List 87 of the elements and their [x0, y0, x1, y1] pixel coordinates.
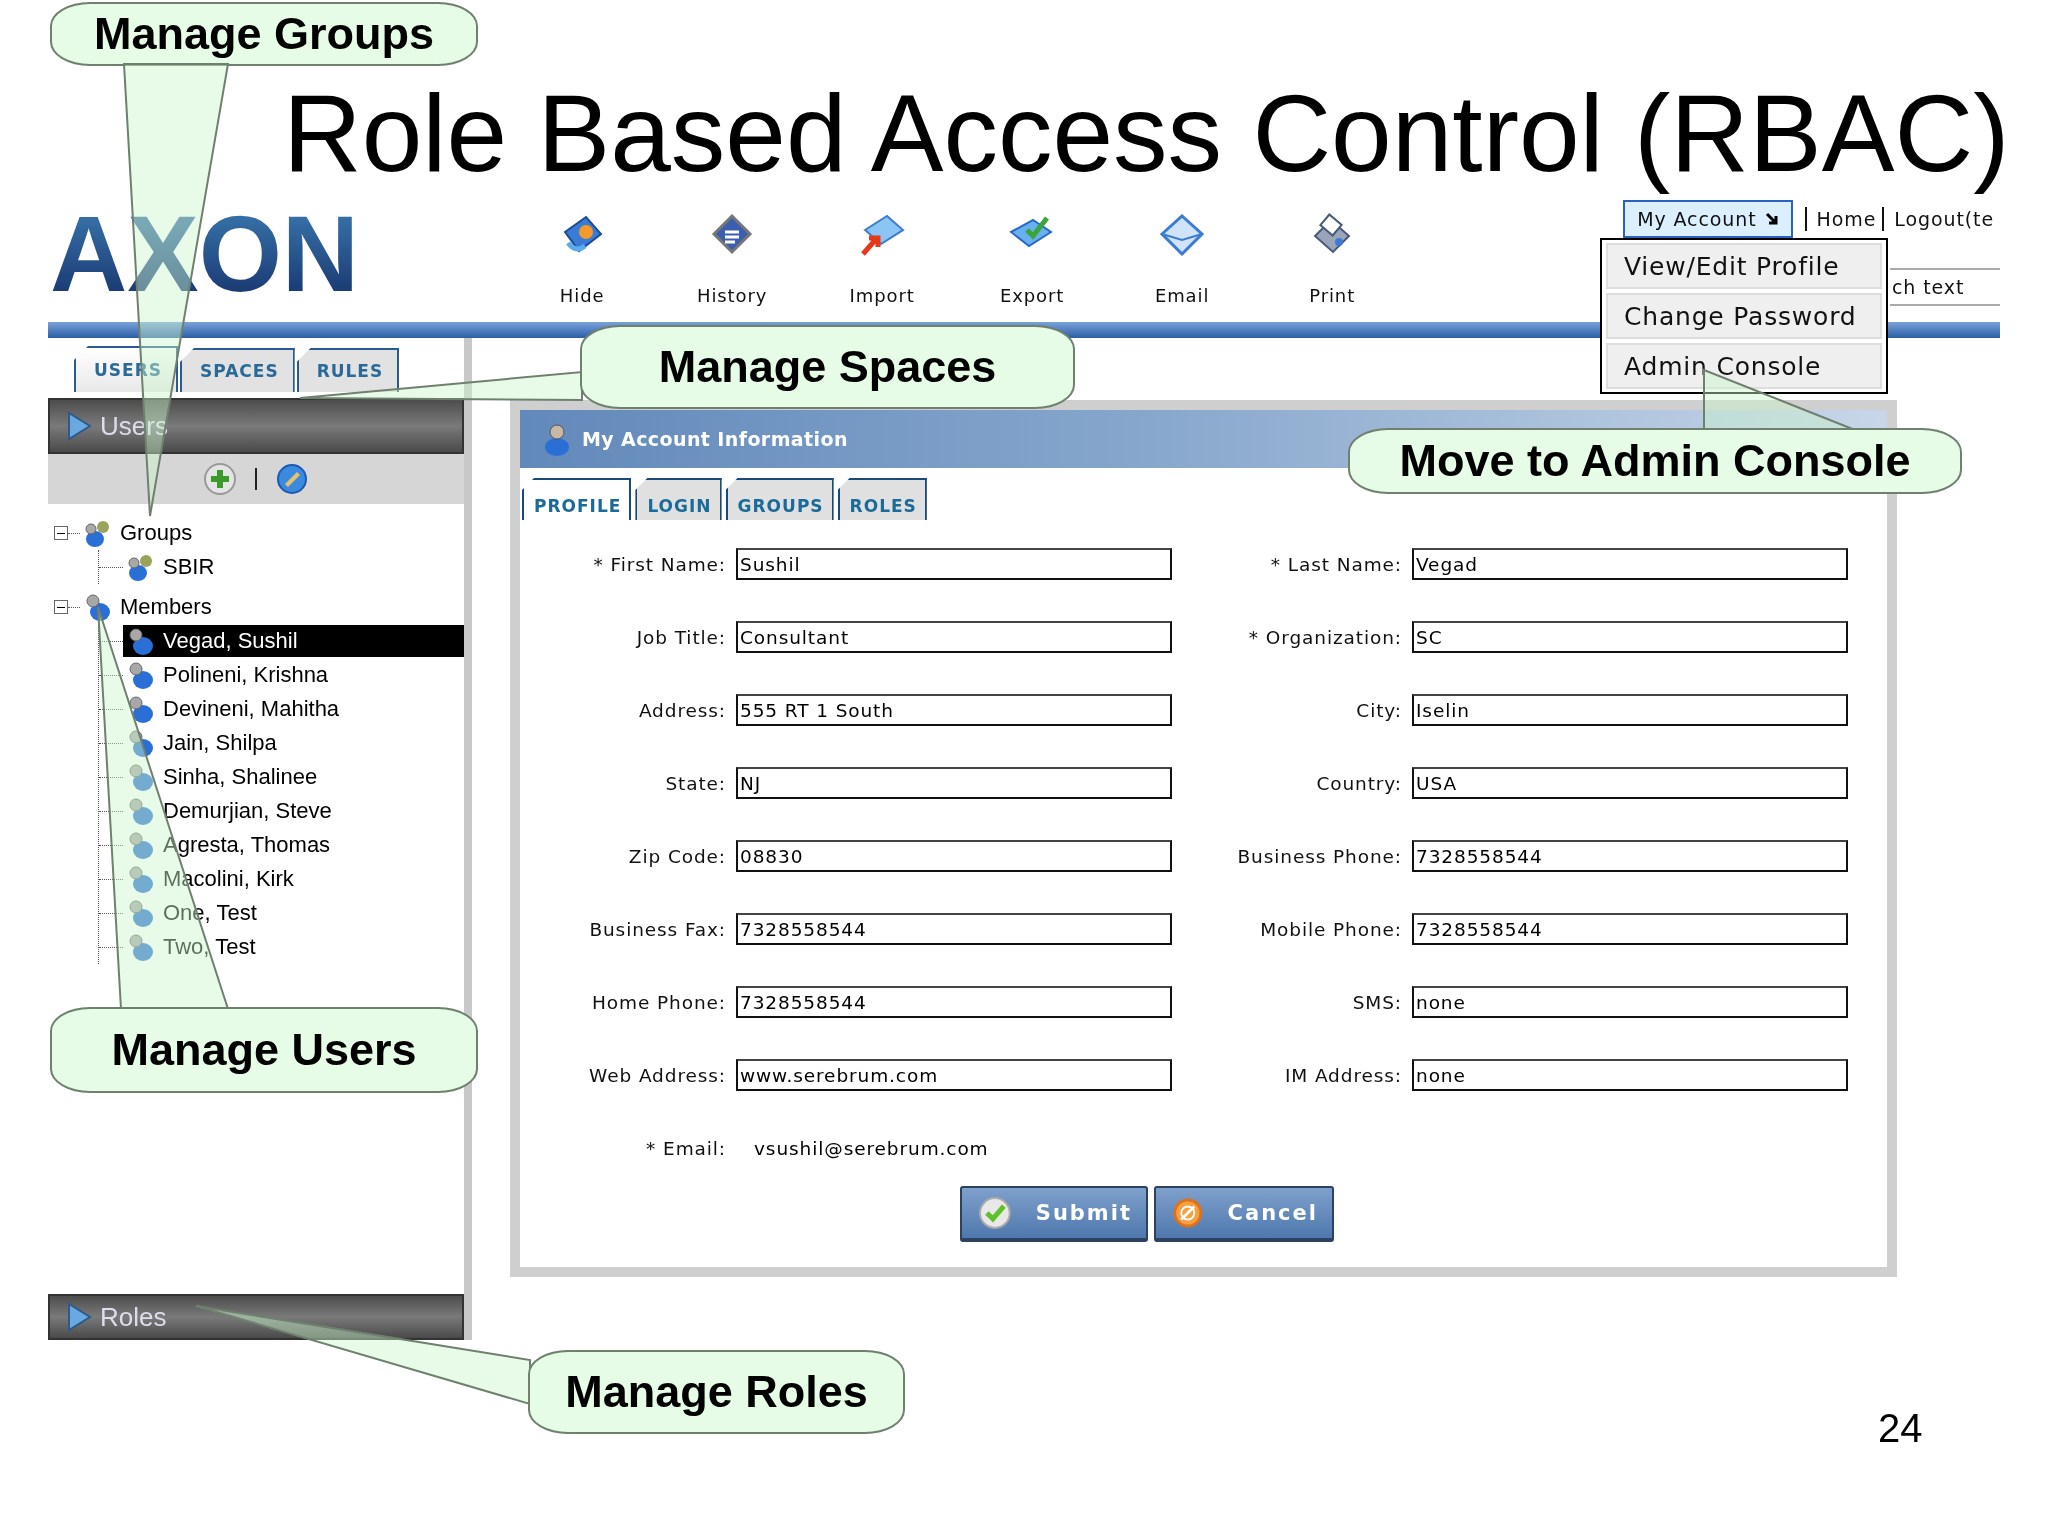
callout: Manage Users — [50, 1007, 478, 1093]
text-field[interactable]: Iselin — [1412, 694, 1848, 726]
tree-item[interactable]: Devineni, Mahitha — [123, 693, 464, 725]
field-label: City: — [1355, 699, 1403, 721]
callout: Manage Spaces — [580, 325, 1075, 409]
envelope-icon — [1158, 212, 1207, 258]
callout: Manage Groups — [50, 2, 478, 66]
text-field[interactable]: none — [1412, 986, 1848, 1018]
add-icon[interactable] — [203, 462, 237, 496]
callout: Move to Admin Console — [1348, 428, 1962, 494]
toolbar-button[interactable]: Import — [812, 212, 953, 306]
field-label: Business Fax: — [588, 918, 727, 940]
users-icon — [125, 552, 155, 582]
user-icon — [542, 421, 572, 457]
tab[interactable]: GROUPS — [725, 478, 834, 520]
play-icon — [66, 1302, 92, 1332]
field-label: * Email: — [645, 1137, 727, 1159]
tab[interactable]: LOGIN — [635, 478, 722, 520]
search-field[interactable]: ch text — [1890, 268, 2000, 306]
text-field[interactable]: 7328558544 — [736, 913, 1172, 945]
tree-item[interactable]: Groups — [80, 517, 464, 549]
account-menu-button[interactable]: My Account — [1623, 200, 1793, 238]
tab[interactable]: RULES — [296, 348, 400, 392]
tree-item[interactable]: Members — [80, 591, 464, 623]
field-label: State: — [664, 772, 727, 794]
arrow-icon — [1764, 212, 1779, 226]
field-label: IM Address: — [1283, 1064, 1403, 1086]
menu-item[interactable]: Admin Console — [1606, 343, 1882, 389]
collapse-icon[interactable] — [54, 526, 68, 540]
collapse-icon[interactable] — [54, 600, 68, 614]
tree-item[interactable]: Jain, Shilpa — [123, 727, 464, 759]
section-title: Users — [100, 410, 168, 442]
text-field[interactable]: none — [1412, 1059, 1848, 1091]
text-field[interactable]: SC — [1412, 621, 1848, 653]
tree-item[interactable]: Vegad, Sushil — [123, 625, 464, 657]
section-title: Roles — [100, 1301, 167, 1333]
menu-item[interactable]: View/Edit Profile — [1606, 243, 1882, 289]
email-value: vsushil@serebrum.com — [753, 1137, 990, 1159]
edit-icon[interactable] — [275, 462, 309, 496]
field-label: Job Title: — [634, 626, 727, 648]
text-field[interactable]: Vegad — [1412, 548, 1848, 580]
panel-title: My Account Information — [582, 428, 848, 450]
callout: Manage Roles — [528, 1350, 905, 1434]
text-field[interactable]: 08830 — [736, 840, 1172, 872]
text-field[interactable]: NJ — [736, 767, 1172, 799]
document-icon — [710, 212, 755, 256]
tab[interactable]: PROFILE — [522, 478, 632, 520]
slide-title: Role Based Access Control (RBAC) — [283, 71, 2010, 196]
tree-item[interactable]: SBIR — [123, 551, 464, 583]
menu-item[interactable]: Change Password — [1606, 293, 1882, 339]
text-field[interactable]: Consultant — [736, 621, 1172, 653]
text-field[interactable]: 7328558544 — [1412, 840, 1848, 872]
prohibited-icon — [1172, 1196, 1204, 1230]
text-field[interactable]: Sushil — [736, 548, 1172, 580]
field-label: * First Name: — [592, 553, 727, 575]
play-icon — [66, 411, 92, 441]
text-field[interactable]: 7328558544 — [1412, 913, 1848, 945]
text-field[interactable]: 7328558544 — [736, 986, 1172, 1018]
field-label: * Last Name: — [1269, 553, 1403, 575]
toolbar-button[interactable]: Print — [1262, 212, 1403, 306]
section-header[interactable]: Roles — [48, 1294, 464, 1340]
nav-link[interactable]: Logout(te — [1882, 207, 2000, 231]
field-label: Zip Code: — [627, 845, 727, 867]
field-label: SMS: — [1351, 991, 1403, 1013]
text-field[interactable]: www.serebrum.com — [736, 1059, 1172, 1091]
toolbar-button[interactable]: History — [662, 212, 803, 306]
tab[interactable]: SPACES — [180, 348, 295, 392]
text-field[interactable]: USA — [1412, 767, 1848, 799]
field-label: Web Address: — [588, 1064, 727, 1086]
field-label: * Organization: — [1247, 626, 1403, 648]
field-label: Home Phone: — [591, 991, 727, 1013]
field-label: Address: — [637, 699, 727, 721]
text-field[interactable]: 555 RT 1 South — [736, 694, 1172, 726]
tree-item[interactable]: Sinha, Shalinee — [123, 761, 464, 793]
page-number: 24 — [1878, 1406, 1923, 1451]
nav-link[interactable]: Home — [1804, 207, 1883, 231]
tree-item[interactable]: Demurjian, Steve — [123, 795, 464, 827]
field-label: Country: — [1315, 772, 1403, 794]
field-label: Mobile Phone: — [1259, 918, 1403, 940]
users-icon — [82, 518, 112, 548]
checkmark-icon — [978, 1196, 1012, 1230]
tab[interactable]: ROLES — [837, 478, 927, 520]
toolbar-button[interactable]: Email — [1112, 212, 1253, 306]
toolbar-button[interactable]: Hide — [512, 212, 653, 306]
field-label: Business Phone: — [1236, 845, 1403, 867]
tree-item[interactable]: Polineni, Krishna — [123, 659, 464, 691]
toolbar-button[interactable]: Export — [962, 212, 1103, 306]
